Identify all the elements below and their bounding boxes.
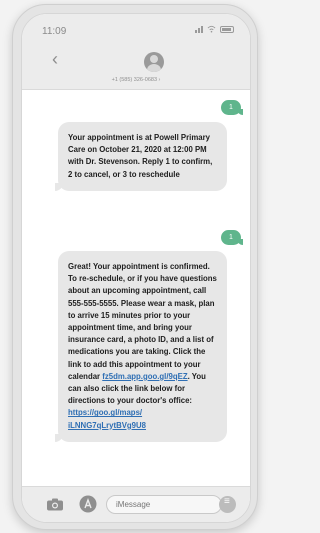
chevron-left-icon[interactable]: ‹	[52, 50, 58, 68]
wifi-icon	[207, 25, 216, 33]
message-input[interactable]	[106, 495, 222, 514]
directions-link[interactable]: https://goo.gl/maps/ iLNNG7qLrytBVg9U8	[68, 408, 146, 429]
message-text: Great! Your appointment is confirmed. To…	[68, 262, 217, 381]
composer-bar	[22, 486, 250, 522]
app-store-icon[interactable]	[79, 495, 97, 513]
incoming-message: Great! Your appointment is confirmed. To…	[55, 251, 227, 442]
conversation-header: 11:09 ‹ +1 (585) 326-0683 ›	[22, 14, 250, 90]
phone-screen: 11:09 ‹ +1 (585) 326-0683 › 1 Your appoi…	[21, 13, 251, 523]
battery-icon	[220, 25, 234, 33]
phone-frame: 11:09 ‹ +1 (585) 326-0683 › 1 Your appoi…	[12, 4, 258, 530]
reply-bubble: 1	[221, 100, 243, 115]
camera-icon[interactable]	[46, 498, 64, 511]
incoming-message: Your appointment is at Powell Primary Ca…	[55, 122, 227, 191]
reply-bubble: 1	[221, 230, 243, 245]
status-time: 11:09	[42, 26, 67, 37]
signal-icon	[195, 25, 203, 33]
person-icon[interactable]	[144, 52, 164, 72]
audio-icon[interactable]	[219, 496, 236, 513]
calendar-link[interactable]: fz5dm.app.goo.gl/9qEZ	[102, 372, 187, 381]
contact-number[interactable]: +1 (585) 326-0683 ›	[22, 77, 250, 83]
status-icons	[195, 25, 234, 33]
